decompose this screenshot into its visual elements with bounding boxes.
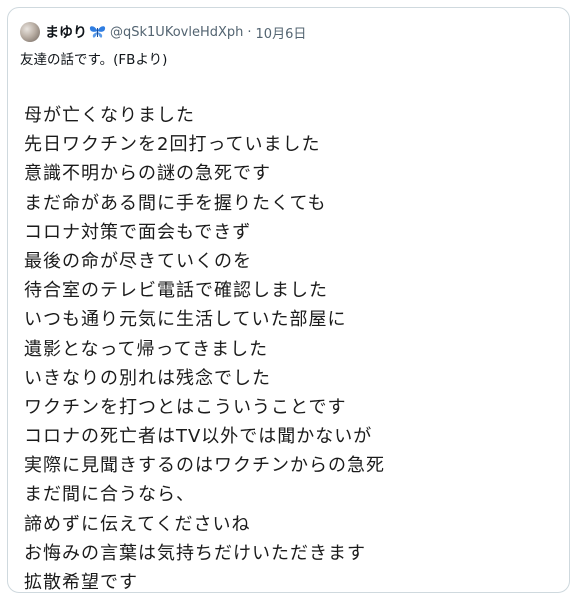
- separator-dot: ·: [247, 24, 252, 40]
- tweet-line: 最後の命が尽きていくのを: [24, 250, 252, 272]
- tweet-line: 遺影となって帰ってきました: [24, 338, 269, 360]
- tweet-header: まゆり @qSk1UKovleHdXph · 10月6日: [20, 22, 306, 42]
- tweet-line: 意識不明からの謎の急死です: [24, 163, 271, 185]
- author-display-name[interactable]: まゆり: [45, 22, 87, 42]
- tweet-line: いつも通り元気に生活していた部屋に: [24, 309, 347, 331]
- tweet-line: ワクチンを打つとはこういうことです: [24, 396, 347, 418]
- tweet-date[interactable]: 10月6日: [256, 23, 307, 42]
- tweet-body: 母が亡くなりました 先日ワクチンを2回打っていました 意識不明からの謎の急死です…: [24, 101, 385, 597]
- tweet-line: 待合室のテレビ電話で確認しました: [24, 280, 328, 302]
- tweet-line: 拡散希望です: [24, 572, 138, 593]
- tweet-line: 母が亡くなりました: [24, 105, 195, 126]
- tweet-line: コロナの死亡者はTV以外では聞かないが: [24, 426, 373, 448]
- tweet-card[interactable]: まゆり @qSk1UKovleHdXph · 10月6日 友達の話です。(FBよ…: [7, 7, 570, 593]
- tweet-line: お悔みの言葉は気持ちだけいただきます: [24, 542, 366, 564]
- avatar[interactable]: [20, 22, 40, 42]
- tweet-line: コロナ対策で面会もできず: [24, 221, 252, 243]
- tweet-line: 諦めずに伝えてくださいね: [24, 513, 251, 535]
- tweet-line: まだ間に合うなら、: [24, 484, 195, 506]
- tweet-line: まだ命がある間に手を握りたくても: [24, 192, 327, 214]
- tweet-line: 実際に見聞きするのはワクチンからの急死: [24, 455, 385, 477]
- tweet-intro-text: 友達の話です。(FBより): [20, 52, 168, 68]
- author-handle[interactable]: @qSk1UKovleHdXph: [110, 25, 243, 40]
- tweet-line: 先日ワクチンを2回打っていました: [24, 134, 321, 156]
- butterfly-icon: [89, 25, 106, 39]
- tweet-line: いきなりの別れは残念でした: [24, 367, 271, 389]
